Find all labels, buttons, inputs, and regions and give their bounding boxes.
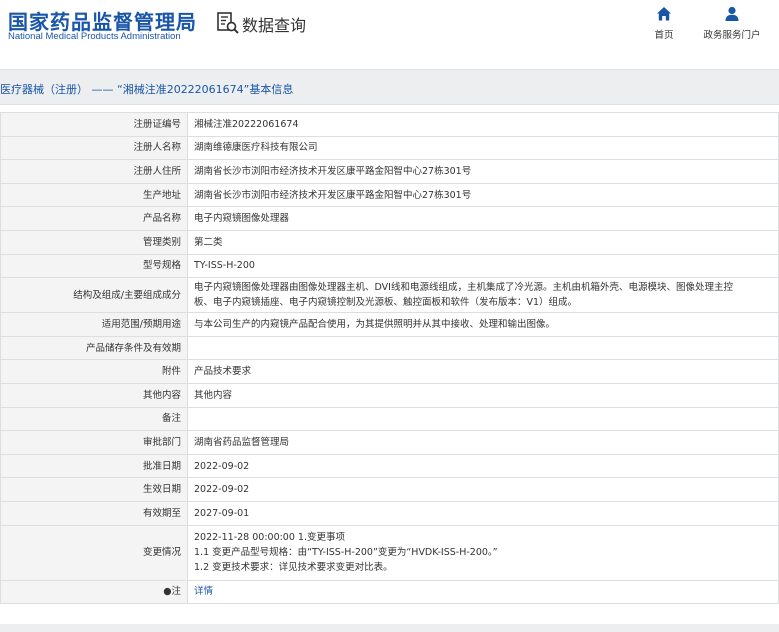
breadcrumb-bar: 医疗器械（注册） —— “湘械注准20222061674”基本信息 [0, 69, 779, 105]
table-row: ●注 详情 [0, 579, 779, 605]
field-label: 附件 [0, 359, 188, 384]
table-row: 有效期至 2027-09-01 [0, 500, 779, 526]
field-label: 变更情况 [0, 524, 188, 581]
field-value [187, 335, 779, 361]
field-value: 2022-09-02 [187, 477, 779, 502]
field-label: 其他内容 [0, 382, 188, 408]
table-row: 产品名称 电子内窥镜图像处理器 [0, 206, 779, 231]
table-row: 批准日期 2022-09-02 [0, 453, 779, 479]
field-label: 结构及组成/主要组成成分 [0, 277, 188, 314]
field-label: 型号规格 [0, 253, 188, 279]
table-row: 备注 [0, 406, 779, 432]
field-value: 详情 [187, 579, 779, 605]
data-query-icon [216, 11, 240, 35]
table-row: 结构及组成/主要组成成分 电子内窥镜图像处理器由图像处理器主机、DVI线和电源线组… [0, 277, 779, 314]
field-label: 审批部门 [0, 430, 188, 455]
field-label: 生产地址 [0, 182, 188, 208]
field-label: 管理类别 [0, 229, 188, 255]
field-value: 湖南维德康医疗科技有限公司 [187, 135, 779, 161]
field-label: 注册人名称 [0, 135, 188, 161]
field-label: 备注 [0, 406, 188, 432]
details-link[interactable]: 详情 [194, 586, 213, 597]
table-row: 审批部门 湖南省药品监督管理局 [0, 430, 779, 455]
field-label: 注册人住所 [0, 159, 188, 184]
field-value: 湖南省长沙市浏阳市经济技术开发区康平路金阳智中心27栋301号 [187, 159, 779, 184]
site-logo-subtitle: National Medical Products Administration [8, 31, 181, 42]
field-value [187, 406, 779, 432]
nav-home[interactable]: 首页 [632, 5, 696, 41]
table-row: 注册人名称 湖南维德康医疗科技有限公司 [0, 135, 779, 161]
field-value: 2022-11-28 00:00:00 1.变更事项 1.1 变更产品型号规格：由… [187, 524, 779, 581]
user-icon [725, 6, 739, 21]
page-title: 数据查询 [242, 16, 307, 35]
breadcrumb: 医疗器械（注册） —— “湘械注准20222061674”基本信息 [0, 83, 294, 96]
table-row: 型号规格 TY-ISS-H-200 [0, 253, 779, 279]
field-value: 与本公司生产的内窥镜产品配合使用，为其提供照明并从其中接收、处理和输出图像。 [187, 312, 779, 337]
table-row: 注册人住所 湖南省长沙市浏阳市经济技术开发区康平路金阳智中心27栋301号 [0, 159, 779, 184]
field-value: 2022-09-02 [187, 453, 779, 479]
page-footer-strip [0, 624, 779, 632]
table-row: 其他内容 其他内容 [0, 382, 779, 408]
table-row: 产品储存条件及有效期 [0, 335, 779, 361]
field-value: 湘械注准20222061674 [187, 112, 779, 137]
field-label: ●注 [0, 579, 188, 605]
detail-table: 注册证编号 湘械注准20222061674 注册人名称 湖南维德康医疗科技有限公司 … [0, 112, 779, 605]
field-label: 有效期至 [0, 500, 188, 526]
home-icon [657, 7, 671, 21]
field-value: 湖南省药品监督管理局 [187, 430, 779, 455]
value-line: 1.1 变更产品型号规格：由“TY-ISS-H-200”变更为“HVDK-ISS… [194, 547, 498, 558]
field-value: TY-ISS-H-200 [187, 253, 779, 279]
table-row: 生效日期 2022-09-02 [0, 477, 779, 502]
value-line: 2022-11-28 00:00:00 1.变更事项 [194, 532, 345, 543]
field-value: 其他内容 [187, 382, 779, 408]
nav-gov-service-portal[interactable]: 政务服务门户 [700, 5, 764, 41]
field-value: 第二类 [187, 229, 779, 255]
value-line: 电子内窥镜图像处理器由图像处理器主机、DVI线和电源线组成，主机集成了冷光源。主… [194, 282, 733, 294]
site-header: 国家药品监督管理局 National Medical Products Admi… [0, 0, 779, 69]
field-value: 2027-09-01 [187, 500, 779, 526]
field-label: 生效日期 [0, 477, 188, 502]
field-value: 湖南省长沙市浏阳市经济技术开发区康平路金阳智中心27栋301号 [187, 182, 779, 208]
field-label: 注册证编号 [0, 112, 188, 137]
table-row: 生产地址 湖南省长沙市浏阳市经济技术开发区康平路金阳智中心27栋301号 [0, 182, 779, 208]
table-row: 注册证编号 湘械注准20222061674 [0, 112, 779, 137]
table-row: 变更情况 2022-11-28 00:00:00 1.变更事项 1.1 变更产品型号… [0, 524, 779, 581]
field-label: 批准日期 [0, 453, 188, 479]
field-label: 适用范围/预期用途 [0, 312, 188, 337]
nav-gov-service-label: 政务服务门户 [703, 30, 761, 41]
value-line: 板、电子内窥镜插座、电子内窥镜控制及光源板、触控面板和软件（发布版本：V1）组成… [194, 297, 578, 309]
field-label: 产品储存条件及有效期 [0, 335, 188, 361]
field-value: 电子内窥镜图像处理器 [187, 206, 779, 231]
table-row: 附件 产品技术要求 [0, 359, 779, 384]
field-label: 产品名称 [0, 206, 188, 231]
field-value: 产品技术要求 [187, 359, 779, 384]
nav-home-label: 首页 [654, 30, 674, 41]
value-line: 1.2 变更技术要求：详见技术要求变更对比表。 [194, 562, 393, 573]
field-value: 电子内窥镜图像处理器由图像处理器主机、DVI线和电源线组成，主机集成了冷光源。主… [187, 277, 779, 314]
table-row: 适用范围/预期用途 与本公司生产的内窥镜产品配合使用，为其提供照明并从其中接收、处… [0, 312, 779, 337]
table-row: 管理类别 第二类 [0, 229, 779, 255]
